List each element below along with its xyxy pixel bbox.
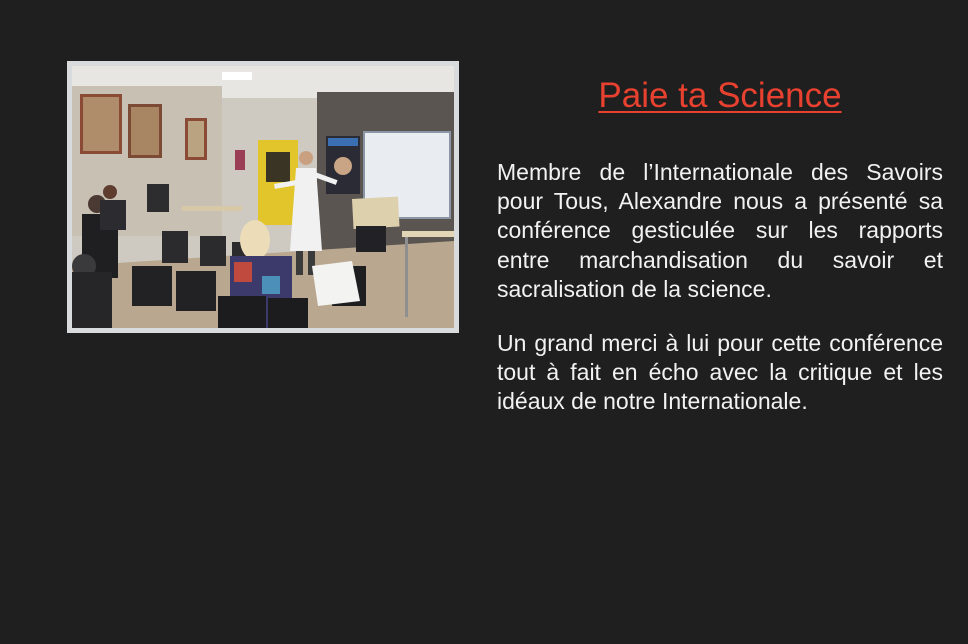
description-paragraph: Membre de l’Internationale des Savoirs p… xyxy=(497,159,943,302)
page-title: Paie ta Science xyxy=(598,76,842,115)
conference-photo-frame xyxy=(67,61,459,333)
thanks-paragraph: Un grand merci à lui pour cette conféren… xyxy=(497,330,943,415)
conference-photo xyxy=(72,66,454,328)
